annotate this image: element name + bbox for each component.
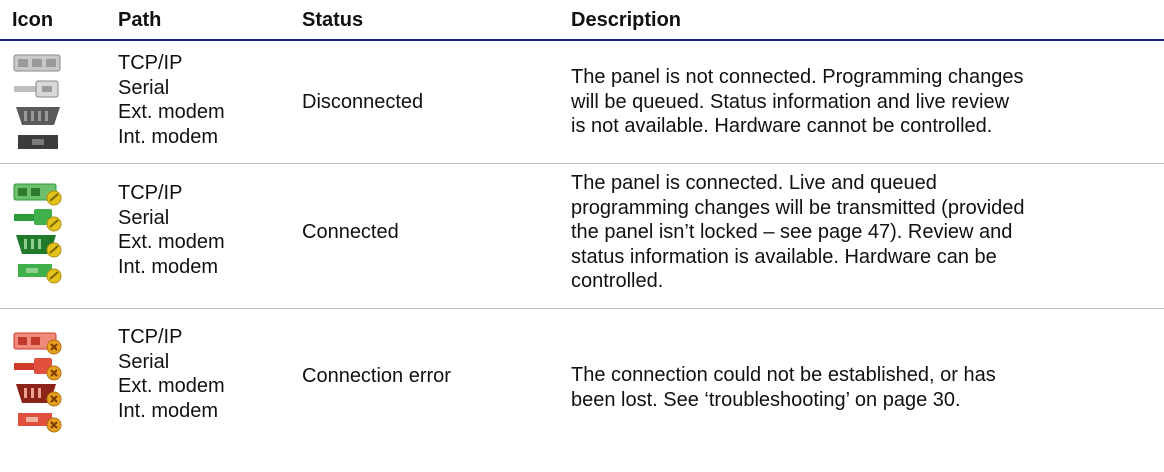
path-ext-modem: Ext. modem	[118, 231, 225, 254]
description-line: is not available. Hardware cannot be con…	[571, 115, 993, 138]
header-status: Status	[302, 9, 364, 31]
path-list: TCP/IP Serial Ext. modem Int. modem	[118, 181, 225, 279]
table-row-connection-error: TCP/IP Serial Ext. modem Int. modem Conn…	[0, 309, 1164, 472]
path-serial: Serial	[118, 206, 170, 229]
tcpip-disconnected-icon	[13, 54, 61, 72]
description-line: controlled.	[571, 270, 664, 293]
serial-connected-icon	[14, 209, 62, 232]
path-serial: Serial	[118, 76, 170, 99]
serial-error-icon	[14, 358, 62, 381]
int-modem-connected-icon	[18, 264, 62, 284]
path-ext-modem: Ext. modem	[118, 101, 225, 124]
path-list: TCP/IP Serial Ext. modem Int. modem	[118, 325, 225, 423]
serial-disconnected-icon	[14, 80, 59, 98]
path-tcpip: TCP/IP	[118, 326, 183, 348]
int-modem-disconnected-icon	[18, 135, 58, 149]
description-line: The panel is not connected. Programming …	[571, 66, 1024, 88]
path-list: TCP/IP Serial Ext. modem Int. modem	[118, 51, 225, 149]
path-ext-modem: Ext. modem	[118, 375, 225, 398]
description-text: The panel is not connected. Programming …	[571, 65, 1151, 139]
description-text: The connection could not be established,…	[571, 363, 1151, 412]
description-line: programming changes will be transmitted …	[571, 196, 1025, 219]
description-line: will be queued. Status information and l…	[571, 90, 1010, 113]
description-text: The panel is connected. Live and queued …	[571, 171, 1151, 294]
tcpip-error-icon	[13, 332, 62, 355]
status-text: Connected	[302, 221, 399, 243]
table-header: Icon Path Status Description	[0, 0, 1164, 40]
ext-modem-error-icon	[16, 384, 62, 407]
description-line: The connection could not be established,…	[571, 364, 996, 386]
path-int-modem: Int. modem	[118, 399, 219, 422]
path-tcpip: TCP/IP	[118, 52, 183, 74]
table-row-connected: TCP/IP Serial Ext. modem Int. modem Conn…	[0, 164, 1164, 308]
header-path: Path	[118, 9, 162, 31]
description-line: The panel is connected. Live and queued	[571, 172, 937, 194]
description-line: the panel isn’t locked – see page 47). R…	[571, 221, 1013, 244]
path-int-modem: Int. modem	[118, 255, 219, 278]
ext-modem-disconnected-icon	[16, 107, 60, 125]
header-icon: Icon	[12, 9, 54, 31]
ext-modem-connected-icon	[16, 235, 62, 258]
tcpip-connected-icon	[13, 183, 62, 206]
status-text: Connection error	[302, 365, 451, 387]
header-description: Description	[571, 9, 682, 31]
status-text: Disconnected	[302, 91, 424, 113]
int-modem-error-icon	[18, 413, 62, 433]
description-line: status information is available. Hardwar…	[571, 245, 997, 268]
description-line: been lost. See ‘troubleshooting’ on page…	[571, 388, 961, 411]
path-tcpip: TCP/IP	[118, 182, 183, 204]
table-row-disconnected: TCP/IP Serial Ext. modem Int. modem Disc…	[0, 41, 1164, 163]
path-serial: Serial	[118, 350, 170, 373]
path-int-modem: Int. modem	[118, 125, 219, 148]
